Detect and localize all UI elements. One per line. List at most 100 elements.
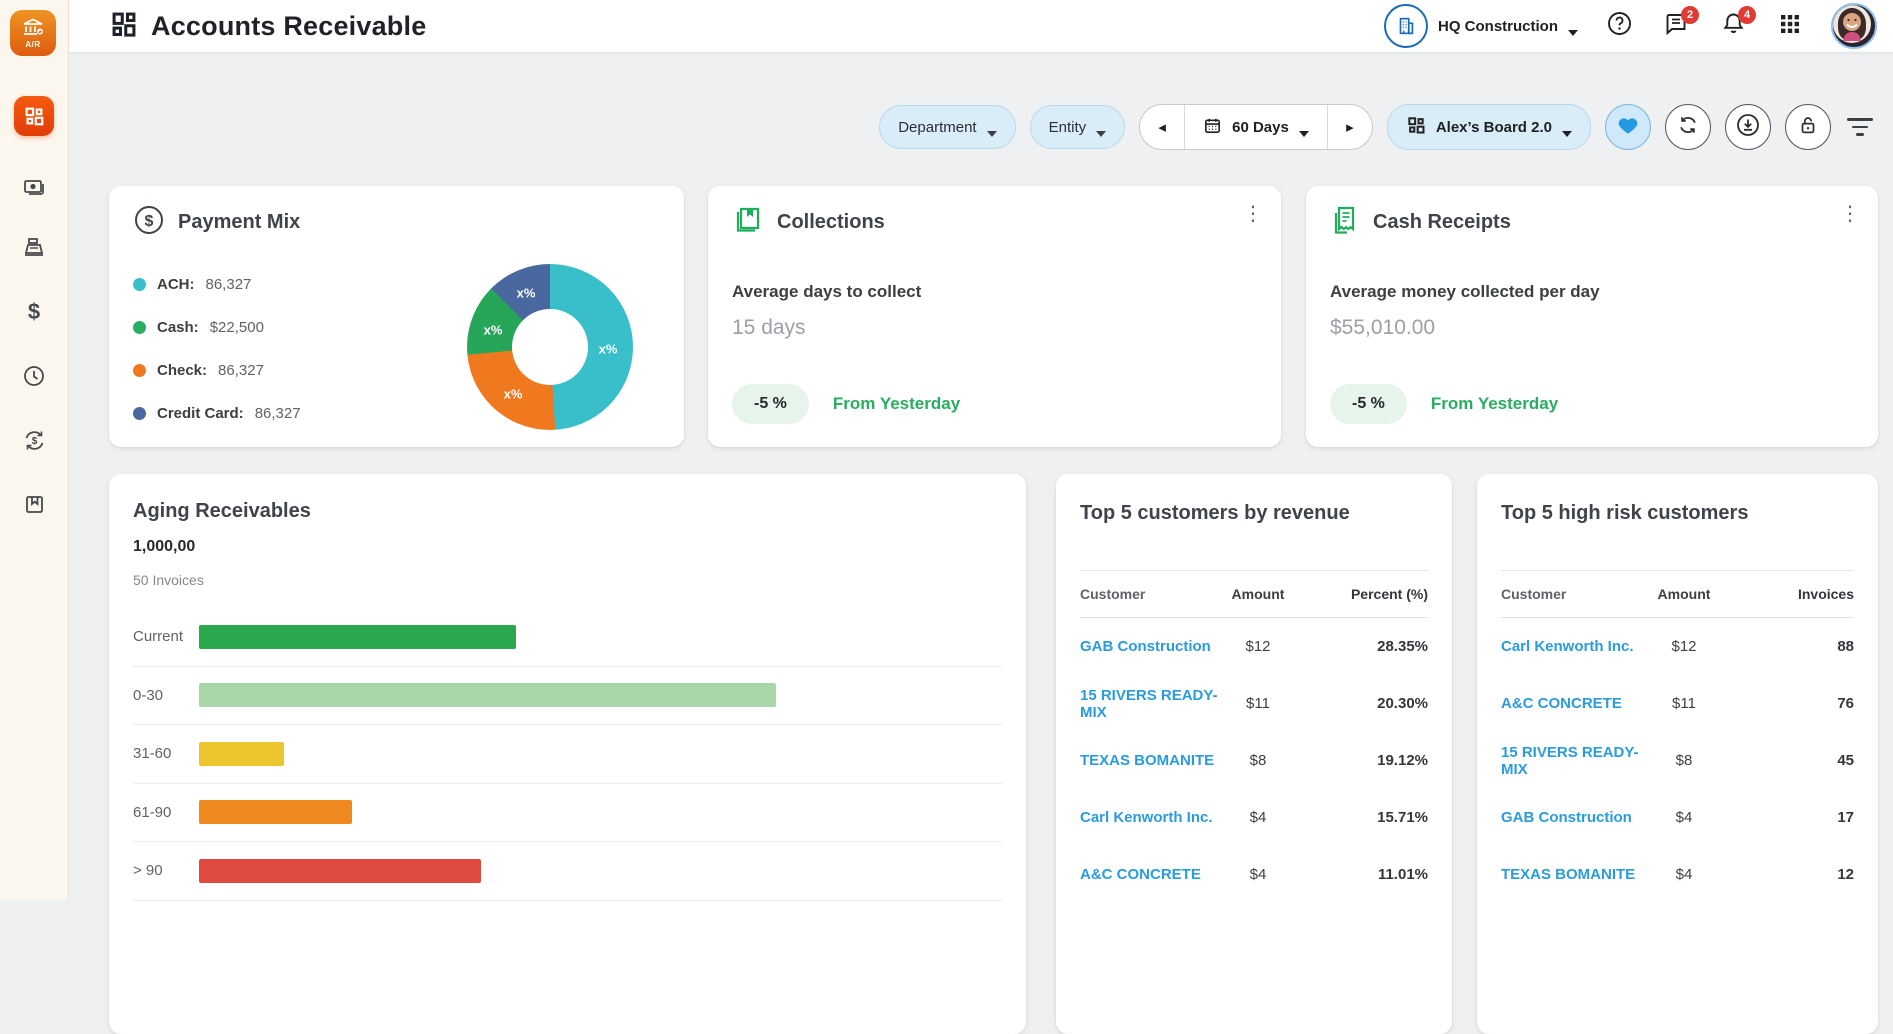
chevron-down-icon xyxy=(1096,124,1106,130)
legend-item: Check: 86,327 xyxy=(133,360,301,380)
board-grid-icon xyxy=(1406,115,1426,139)
bank-logo-icon xyxy=(21,18,45,41)
accounts-receivable-dashboard: { "header": { "title": "Accounts Receiva… xyxy=(0,0,1893,900)
svg-text:$: $ xyxy=(31,436,37,447)
aging-bar-fill[interactable] xyxy=(199,683,776,707)
payment-mix-title: Payment Mix xyxy=(178,211,300,234)
favorite-button[interactable] xyxy=(1605,104,1651,150)
sidebar-item-cash-register[interactable] xyxy=(14,228,54,268)
customer-link[interactable]: GAB Construction xyxy=(1080,638,1218,655)
date-range-dropdown[interactable]: 60 Days xyxy=(1184,105,1328,149)
aging-bar-fill[interactable] xyxy=(199,625,516,649)
customer-link[interactable]: A&C CONCRETE xyxy=(1080,866,1218,883)
download-button[interactable] xyxy=(1725,104,1771,150)
chevron-down-icon xyxy=(1299,124,1309,130)
filter-icon xyxy=(1847,118,1873,121)
table-row: 15 RIVERS READY-MIX $8 45 xyxy=(1501,732,1854,789)
filter-button[interactable] xyxy=(1845,118,1875,136)
cash-receipts-delta-caption: From Yesterday xyxy=(1431,394,1558,414)
customer-link[interactable]: TEXAS BOMANITE xyxy=(1501,866,1644,883)
donut-hole xyxy=(512,309,588,385)
high-risk-table: Customer Amount Invoices Carl Kenworth I… xyxy=(1501,570,1854,903)
kebab-menu[interactable]: ⋮ xyxy=(1241,202,1265,226)
table-row: TEXAS BOMANITE $8 19.12% xyxy=(1080,732,1428,789)
heart-icon xyxy=(1617,115,1639,140)
svg-text:$: $ xyxy=(145,213,154,230)
table-row: Carl Kenworth Inc. $4 15.71% xyxy=(1080,789,1428,846)
table-row: TEXAS BOMANITE $4 12 xyxy=(1501,846,1854,903)
board-selector[interactable]: Alex’s Board 2.0 xyxy=(1387,104,1591,150)
aging-row: > 90 xyxy=(133,842,1002,901)
help-icon xyxy=(1606,10,1633,42)
date-range-label: 60 Days xyxy=(1232,119,1289,136)
cash-register-icon xyxy=(21,235,47,261)
aging-row: 0-30 xyxy=(133,667,1002,726)
payment-mix-donut[interactable]: x% x% x% x% xyxy=(467,264,633,430)
department-filter[interactable]: Department xyxy=(879,105,1015,149)
cash-receipts-title: Cash Receipts xyxy=(1373,211,1511,234)
aging-bar-fill[interactable] xyxy=(199,800,352,824)
collections-metric-value: 15 days xyxy=(732,316,806,340)
refresh-button[interactable] xyxy=(1665,104,1711,150)
collections-metric-label: Average days to collect xyxy=(732,282,921,302)
date-prev-button[interactable]: ◂ xyxy=(1140,105,1184,149)
customer-link[interactable]: 15 RIVERS READY-MIX xyxy=(1501,744,1644,778)
chevron-down-icon xyxy=(987,124,997,130)
aging-bar-fill[interactable] xyxy=(199,859,481,883)
top-revenue-card: Top 5 customers by revenue Customer Amou… xyxy=(1056,474,1452,1034)
aging-row: Current xyxy=(133,608,1002,667)
sidebar: A/R $ xyxy=(0,0,69,900)
org-switcher[interactable]: HQ Construction xyxy=(1384,4,1578,48)
lock-button[interactable] xyxy=(1785,104,1831,150)
customer-link[interactable]: A&C CONCRETE xyxy=(1501,695,1644,712)
aging-bar-chart: Current 0-30 31-60 61-90 > 90 xyxy=(133,608,1002,901)
aging-receivables-card: Aging Receivables 1,000,00 50 Invoices C… xyxy=(109,474,1026,1034)
customer-link[interactable]: Carl Kenworth Inc. xyxy=(1501,638,1644,655)
high-risk-card: Top 5 high risk customers Customer Amoun… xyxy=(1477,474,1878,1034)
customer-link[interactable]: 15 RIVERS READY-MIX xyxy=(1080,687,1218,721)
collections-delta-caption: From Yesterday xyxy=(833,394,960,414)
apps-button[interactable] xyxy=(1774,8,1806,44)
messages-badge: 2 xyxy=(1681,6,1699,24)
kebab-menu[interactable]: ⋮ xyxy=(1838,202,1862,226)
app-logo[interactable]: A/R xyxy=(10,10,56,56)
table-row: GAB Construction $4 17 xyxy=(1501,789,1854,846)
notifications-badge: 4 xyxy=(1738,6,1756,24)
sidebar-item-saved[interactable] xyxy=(14,484,54,524)
dollar-circle-icon: $ xyxy=(133,204,165,241)
cash-receipts-metric-value: $55,010.00 xyxy=(1330,316,1435,340)
avatar[interactable] xyxy=(1831,3,1877,49)
table-header: Customer Amount Percent (%) xyxy=(1080,571,1428,617)
payment-mix-legend: ACH: 86,327 Cash: $22,500 Check: 86,327 … xyxy=(133,274,301,446)
sidebar-item-money-sync[interactable]: $ xyxy=(14,420,54,460)
customer-link[interactable]: Carl Kenworth Inc. xyxy=(1080,809,1218,826)
entity-filter[interactable]: Entity xyxy=(1030,105,1126,149)
top-revenue-title: Top 5 customers by revenue xyxy=(1080,502,1350,525)
dollar-icon: $ xyxy=(28,299,40,325)
sidebar-item-dashboards[interactable] xyxy=(14,96,54,136)
sidebar-item-payments[interactable] xyxy=(14,167,54,207)
aging-row: 61-90 xyxy=(133,784,1002,843)
collections-delta-badge: -5 % xyxy=(732,384,809,424)
money-sync-icon: $ xyxy=(21,427,48,454)
top-revenue-table: Customer Amount Percent (%) GAB Construc… xyxy=(1080,570,1428,903)
legend-dot xyxy=(133,364,146,377)
messages-button[interactable]: 2 xyxy=(1660,8,1692,44)
header-actions: HQ Construction 2 xyxy=(1384,0,1877,52)
customer-link[interactable]: GAB Construction xyxy=(1501,809,1644,826)
notifications-button[interactable]: 4 xyxy=(1717,8,1749,44)
saved-book-icon xyxy=(22,492,47,517)
sidebar-item-billing[interactable]: $ xyxy=(14,292,54,332)
page-title: Accounts Receivable xyxy=(151,11,426,42)
cash-receipts-delta-badge: -5 % xyxy=(1330,384,1407,424)
aging-bar-fill[interactable] xyxy=(199,742,284,766)
sidebar-item-history[interactable] xyxy=(14,356,54,396)
date-range-control: ◂ 60 Days ▸ xyxy=(1139,104,1373,150)
help-button[interactable] xyxy=(1603,8,1635,44)
date-next-button[interactable]: ▸ xyxy=(1328,105,1372,149)
chevron-down-icon xyxy=(1562,124,1572,130)
app-logo-label: A/R xyxy=(25,40,40,49)
building-icon xyxy=(1384,4,1428,48)
download-icon xyxy=(1735,112,1761,143)
customer-link[interactable]: TEXAS BOMANITE xyxy=(1080,752,1218,769)
